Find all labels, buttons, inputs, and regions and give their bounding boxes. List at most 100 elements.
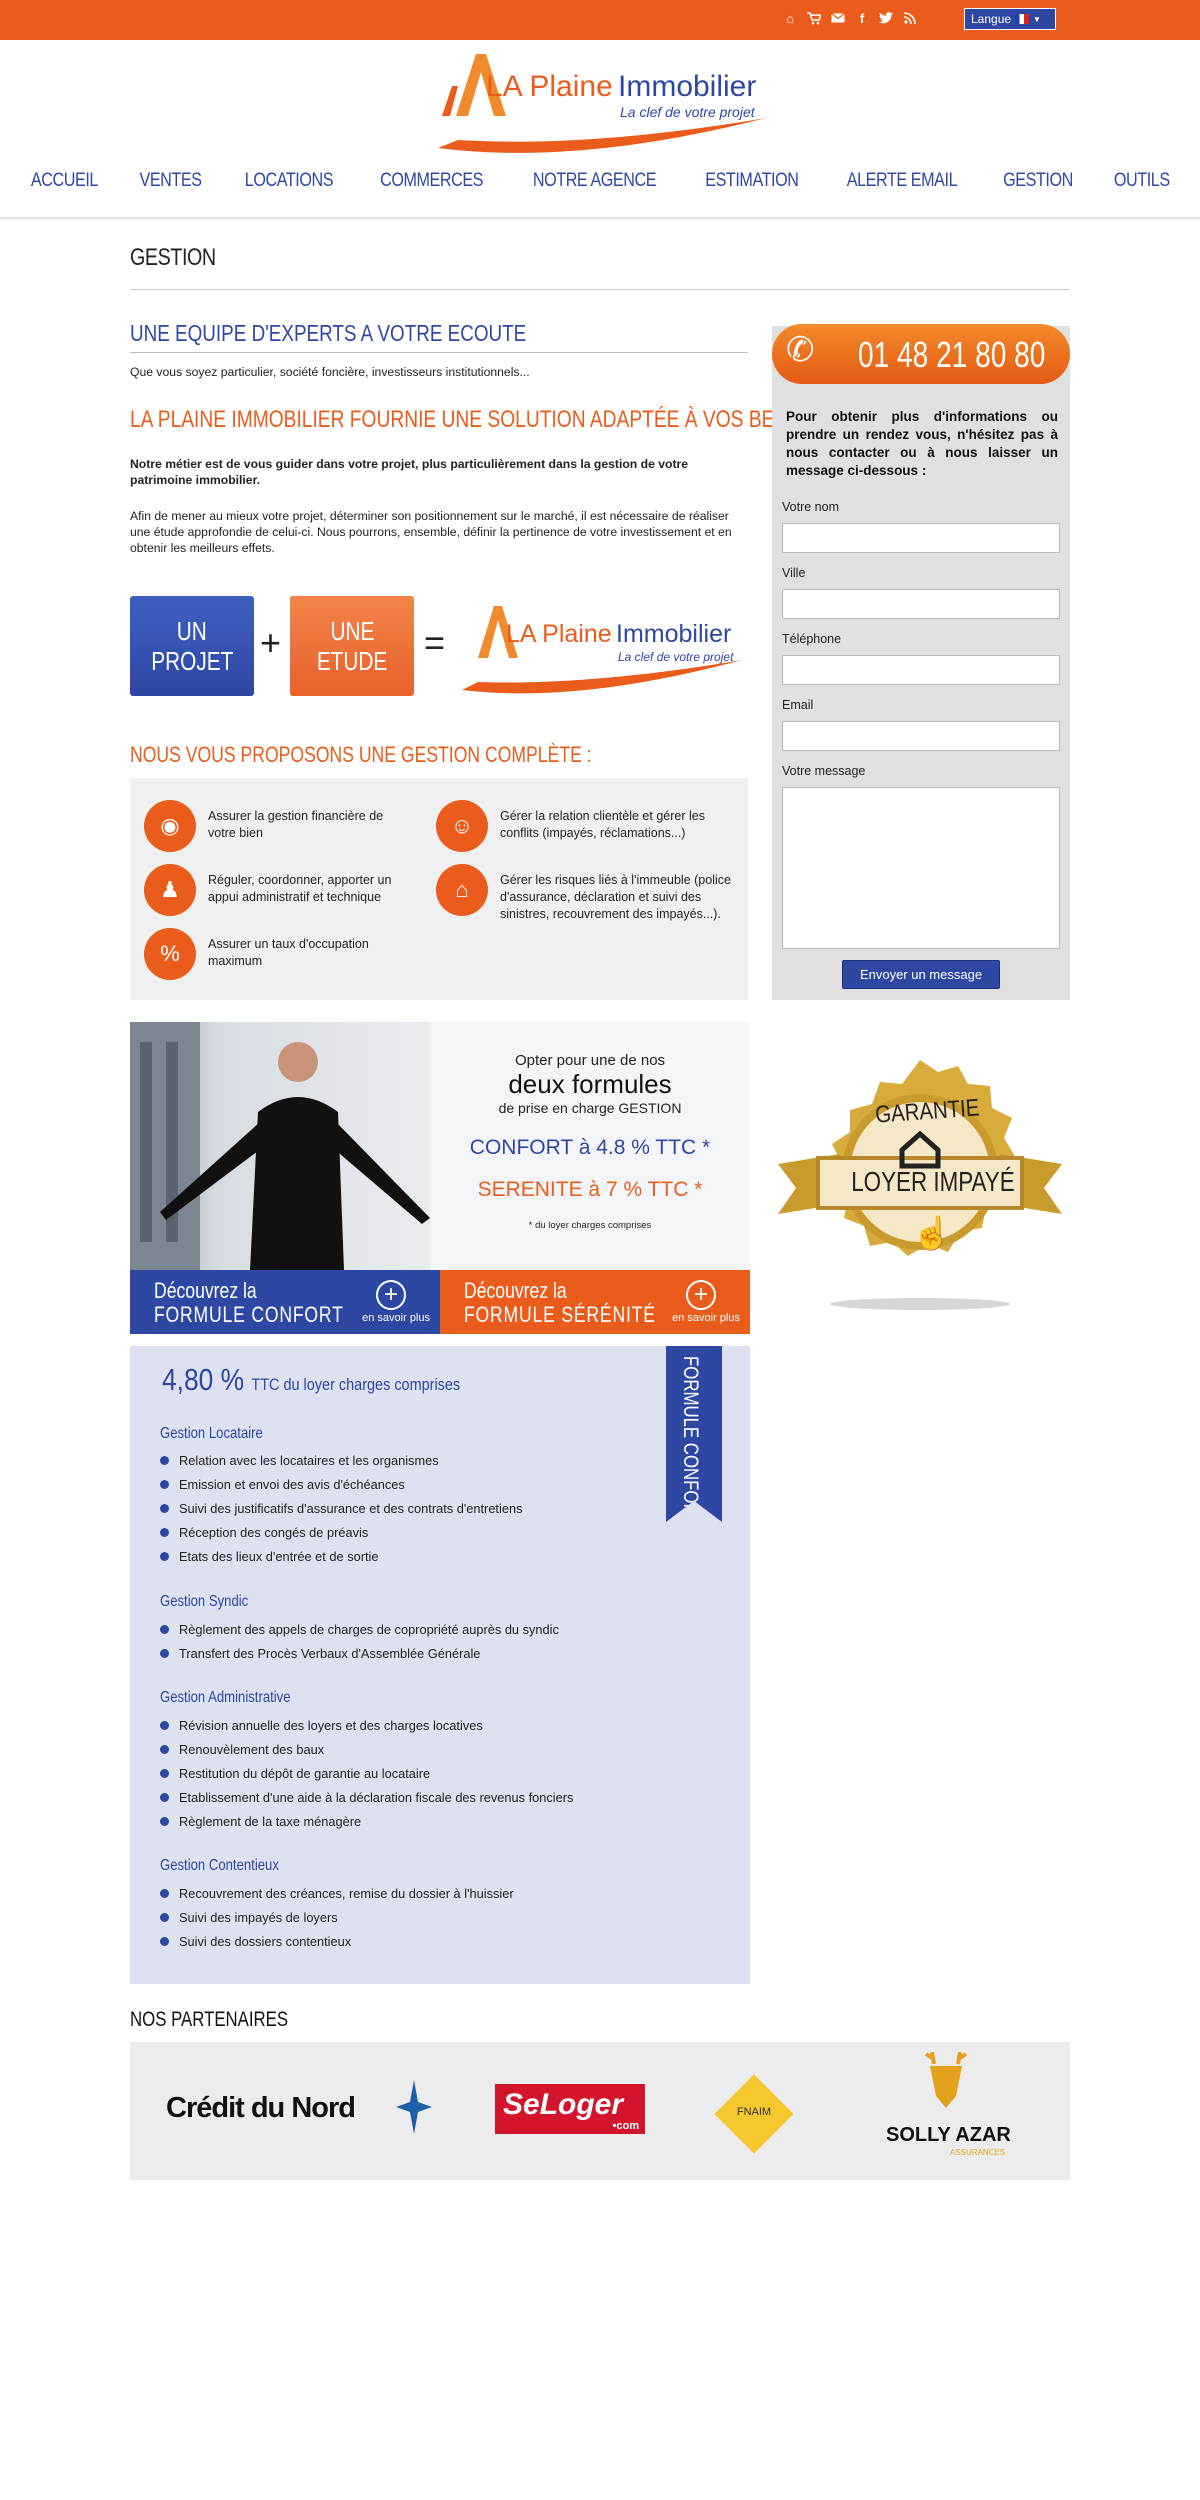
solly-azar-logo[interactable]: SOLLY AZAR ASSURANCES	[886, 2051, 1011, 2172]
confort-btn-line2: FORMULE CONFORT	[154, 1302, 344, 1327]
list-item: Restitution du dépôt de garantie au loca…	[160, 1766, 430, 1781]
mail-icon[interactable]	[830, 10, 846, 26]
language-selector[interactable]: Langue ▼	[964, 8, 1056, 30]
list-item: Règlement des appels de charges de copro…	[160, 1622, 559, 1637]
twitter-icon[interactable]	[878, 10, 894, 26]
email-field[interactable]	[782, 721, 1060, 751]
nav-alerte-email[interactable]: ALERTE EMAIL	[834, 170, 970, 192]
projet-box: UN PROJET	[130, 596, 254, 696]
formules-promo: Opter pour une de nos deux formules de p…	[130, 1022, 750, 1270]
home-icon[interactable]: ⌂	[782, 10, 798, 26]
partners-heading: NOS PARTENAIRES	[130, 2008, 289, 2031]
percent-tag-icon: %	[144, 928, 196, 980]
bullet-icon	[160, 1552, 169, 1561]
confort-rate-suffix: TTC du loyer charges comprises	[251, 1375, 461, 1394]
experts-heading: UNE EQUIPE D'EXPERTS A VOTRE ECOUTE	[130, 320, 527, 346]
rss-icon[interactable]	[902, 10, 918, 26]
list-item: Suivi des dossiers contentieux	[160, 1934, 351, 1949]
phone-icon: ✆	[786, 331, 815, 369]
star-icon	[396, 2080, 432, 2134]
garantie-badge[interactable]: GARANTIE LOYER IMPAYÉ ☝	[770, 1054, 1070, 1314]
nav-locations[interactable]: LOCATIONS	[232, 170, 346, 192]
send-message-button[interactable]: Envoyer un message	[842, 960, 1000, 989]
section-title: Gestion Locataire	[160, 1425, 263, 1442]
confort-rate: 4,80 % TTC du loyer charges comprises	[162, 1362, 460, 1398]
main-nav: ACCUEIL VENTES LOCATIONS COMMERCES NOTRE…	[0, 170, 1200, 192]
bullet-icon	[160, 1504, 169, 1513]
list-item-text: Suivi des justificatifs d'assurance et d…	[179, 1501, 523, 1516]
site-logo[interactable]: LA Plaine Immobilier La clef de votre pr…	[428, 48, 778, 154]
credit-du-nord-logo[interactable]: Crédit du Nord	[166, 2092, 356, 2125]
language-label: Langue	[971, 12, 1012, 26]
confort-btn-line1: Découvrez la	[154, 1278, 257, 1303]
formule-confort-button[interactable]: Découvrez la FORMULE CONFORT + en savoir…	[130, 1270, 440, 1334]
list-item-text: Suivi des dossiers contentieux	[179, 1934, 352, 1949]
hand-pointer-icon: ☝	[912, 1215, 952, 1251]
message-label: Votre message	[782, 764, 866, 778]
list-item-text: Règlement des appels de charges de copro…	[179, 1622, 559, 1637]
etude-box: UNE ETUDE	[290, 596, 414, 696]
list-item: Suivi des impayés de loyers	[160, 1910, 338, 1925]
nav-commerces[interactable]: COMMERCES	[368, 170, 496, 192]
intro-text: Que vous soyez particulier, société fonc…	[130, 365, 530, 379]
list-item-text: Etats des lieux d'entrée et de sortie	[179, 1549, 379, 1564]
seloger-name: SeLoger	[503, 2088, 624, 2121]
list-item-text: Suivi des impayés de loyers	[179, 1910, 338, 1925]
equation-logo-name-1: LA Plaine	[506, 620, 612, 648]
promo-line-2: deux formules	[508, 1069, 672, 1099]
cart-icon[interactable]	[806, 10, 822, 26]
list-item: Emission et envoi des avis d'échéances	[160, 1477, 405, 1492]
formule-serenite-button[interactable]: Découvrez la FORMULE SÉRÉNITÉ + en savoi…	[440, 1270, 750, 1334]
gestion-item-5-text: Gérer les risques liés à l'immeuble (pol…	[500, 873, 731, 921]
bullet-icon	[160, 1889, 169, 1898]
partners-strip: Crédit du Nord SeLoger •com FNAIM SOLLY …	[130, 2042, 1070, 2180]
plus-circle-icon: +	[686, 1280, 716, 1310]
projet-box-line2: PROJET	[150, 646, 234, 676]
bullet-icon	[160, 1456, 169, 1465]
ville-label: Ville	[782, 566, 806, 580]
people-icon: ♟	[144, 864, 196, 916]
plus-sign: +	[260, 622, 282, 663]
list-item: Réception des congés de préavis	[160, 1525, 368, 1540]
nav-accueil[interactable]: ACCUEIL	[19, 170, 112, 192]
gestion-item-5: ⌂ Gérer les risques liés à l'immeuble (p…	[436, 864, 736, 923]
nav-divider	[0, 217, 1200, 221]
bullet-icon	[160, 1769, 169, 1778]
fnaim-text: FNAIM	[736, 2106, 772, 2118]
nav-notre-agence[interactable]: NOTRE AGENCE	[520, 170, 669, 192]
nav-ventes[interactable]: VENTES	[127, 170, 215, 192]
formule-confort-ribbon: FORMULE CONFORT	[666, 1346, 722, 1522]
serenite-btn-line2: FORMULE SÉRÉNITÉ	[464, 1302, 656, 1327]
equals-sign: =	[424, 622, 446, 663]
handshake-icon: ☺	[436, 800, 488, 852]
message-field[interactable]	[782, 787, 1060, 949]
list-item: Révision annuelle des loyers et des char…	[160, 1718, 483, 1733]
gestion-item-1: ◉ Assurer la gestion financière de votre…	[144, 800, 404, 852]
logo-tagline: La clef de votre projet	[620, 104, 755, 120]
list-item-text: Révision annuelle des loyers et des char…	[179, 1718, 483, 1733]
seloger-logo[interactable]: SeLoger •com	[495, 2084, 645, 2134]
phone-bar[interactable]: ✆ 01 48 21 80 80	[772, 324, 1070, 384]
bullet-icon	[160, 1649, 169, 1658]
list-item-text: Réception des congés de préavis	[179, 1525, 369, 1540]
ville-field[interactable]	[782, 589, 1060, 619]
nav-gestion[interactable]: GESTION	[990, 170, 1085, 192]
gestion-item-4: ☺ Gérer la relation clientèle et gérer l…	[436, 800, 736, 852]
nom-field[interactable]	[782, 523, 1060, 553]
list-item: Renouvèlement des baux	[160, 1742, 324, 1757]
nav-outils[interactable]: OUTILS	[1101, 170, 1182, 192]
title-divider	[130, 289, 1070, 290]
bullet-icon	[160, 1721, 169, 1730]
promo-confort: CONFORT à 4.8 % TTC *	[469, 1136, 711, 1159]
nav-estimation[interactable]: ESTIMATION	[693, 170, 812, 192]
nom-label: Votre nom	[782, 500, 839, 514]
equation-logo: LA Plaine Immobilier La clef de votre pr…	[458, 600, 748, 696]
facebook-icon[interactable]: f	[854, 10, 870, 26]
seloger-com: •com	[612, 2120, 639, 2132]
tel-field[interactable]	[782, 655, 1060, 685]
plus-circle-icon: +	[376, 1280, 406, 1310]
gestion-item-2-text: Réguler, coordonner, apporter un appui a…	[208, 873, 392, 904]
serenite-btn-line1: Découvrez la	[464, 1278, 567, 1303]
top-icons: ⌂ f	[782, 10, 918, 26]
equation-logo-tagline: La clef de votre projet	[618, 650, 734, 664]
